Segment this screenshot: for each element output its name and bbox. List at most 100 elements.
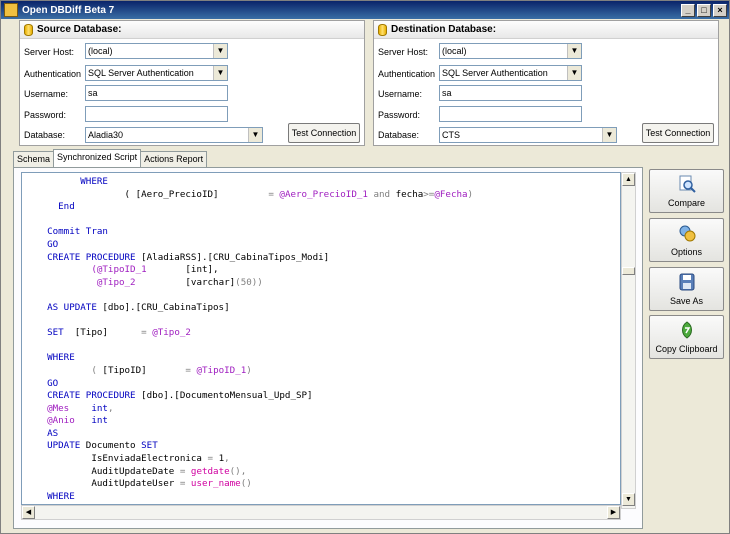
code-line: Commit Tran	[36, 226, 620, 239]
code-token: (	[91, 364, 103, 376]
destination-panel: Destination Database: Server Host: (loca…	[373, 20, 719, 146]
code-token: =	[207, 453, 219, 465]
code-line: WHERE	[36, 176, 620, 189]
tab-synchronized-script[interactable]: Synchronized Script	[53, 149, 142, 167]
code-line: WHERE	[36, 491, 620, 504]
code-token: fecha	[395, 188, 424, 200]
code-token: user_name	[190, 478, 241, 490]
destination-test-connection-button[interactable]: Test Connection	[642, 123, 714, 143]
source-heading: Source Database:	[37, 24, 122, 35]
copy-clipboard-button[interactable]: Copy Clipboard	[649, 315, 724, 359]
code-token: End	[36, 201, 75, 213]
close-button[interactable]: ×	[713, 3, 727, 17]
destination-username-input[interactable]: sa	[439, 85, 582, 101]
source-database-select[interactable]: Aladia30 ▼	[85, 127, 263, 143]
code-line: GO	[36, 378, 620, 391]
horizontal-scrollbar[interactable]: ◀ ▶	[21, 505, 621, 520]
source-password-input[interactable]	[85, 106, 228, 122]
scroll-left-icon[interactable]: ◀	[22, 506, 35, 519]
code-line: WHERE	[36, 352, 620, 365]
code-line	[36, 315, 620, 328]
vertical-scrollbar[interactable]: ▲ ▼	[621, 172, 636, 509]
code-token: AuditUpdateUser	[36, 478, 180, 490]
script-editor[interactable]: WHERE ( [Aero_PrecioID] = @Aero_PrecioID…	[21, 172, 621, 505]
source-auth-select[interactable]: SQL Server Authentication ▼	[85, 65, 228, 81]
source-username-input[interactable]: sa	[85, 85, 228, 101]
destination-heading: Destination Database:	[391, 24, 497, 35]
username-label: Username:	[24, 89, 69, 99]
code-token: WHERE	[36, 352, 75, 364]
save-as-label: Save As	[669, 296, 704, 306]
code-token: CREATE PROCEDURE	[36, 390, 142, 402]
script-text: WHERE ( [Aero_PrecioID] = @Aero_PrecioID…	[22, 173, 620, 503]
destination-password-input[interactable]	[439, 106, 582, 122]
clipboard-icon	[681, 321, 692, 339]
destination-database-value: CTS	[442, 130, 460, 140]
code-line: SET [Tipo] = @Tipo_2	[36, 327, 620, 340]
chevron-down-icon[interactable]: ▼	[567, 44, 581, 58]
code-token: IsEnviadaElectronica	[36, 453, 208, 465]
code-token: >=	[423, 188, 435, 200]
destination-auth-select[interactable]: SQL Server Authentication ▼	[439, 65, 582, 81]
code-line: End	[36, 201, 620, 214]
code-token: =	[185, 364, 197, 376]
options-button[interactable]: Options	[649, 218, 724, 262]
code-line: @Tipo_2 [varchar](50))	[36, 277, 620, 290]
source-test-connection-button[interactable]: Test Connection	[288, 123, 360, 143]
window-title: Open DBDiff Beta 7	[22, 4, 115, 16]
scroll-thumb[interactable]	[622, 267, 635, 275]
code-line	[36, 214, 620, 227]
source-server-host-select[interactable]: (local) ▼	[85, 43, 228, 59]
code-token: @Tipo_2	[96, 276, 136, 288]
compare-button[interactable]: Compare	[649, 169, 724, 213]
password-label: Password:	[24, 110, 67, 120]
server-host-label: Server Host:	[378, 47, 429, 57]
code-token: [TipoID]	[102, 364, 186, 376]
maximize-button[interactable]: □	[697, 3, 711, 17]
code-token: @Aero_PrecioID_1	[279, 188, 368, 200]
code-token: ,	[224, 453, 230, 465]
code-line: (@TipoID_1 [int],	[36, 264, 620, 277]
code-token: @Fecha	[434, 188, 468, 200]
code-token: UPDATE	[36, 440, 86, 452]
code-token: AS UPDATE	[36, 301, 103, 313]
database-icon	[24, 23, 33, 36]
code-token: WHERE	[36, 490, 75, 502]
code-line: AS UPDATE [dbo].[CRU_CabinaTipos]	[36, 302, 620, 315]
code-token: getdate	[190, 465, 230, 477]
chevron-down-icon[interactable]: ▼	[602, 128, 616, 142]
code-token: (@TipoID_1	[91, 264, 147, 276]
code-token: AuditUpdateDate	[36, 465, 180, 477]
code-token: int	[69, 402, 108, 414]
code-token: [dbo].[CRU_CabinaTipos]	[102, 301, 230, 313]
code-line: ( [TipoID] = @TipoID_1)	[36, 365, 620, 378]
server-host-label: Server Host:	[24, 47, 75, 57]
chevron-down-icon[interactable]: ▼	[248, 128, 262, 142]
scroll-right-icon[interactable]: ▶	[607, 506, 620, 519]
code-token: ( [Aero_PrecioID]	[36, 188, 269, 200]
tab-schema[interactable]: Schema	[13, 151, 55, 167]
chevron-down-icon[interactable]: ▼	[213, 44, 227, 58]
code-line: @Mes int,	[36, 403, 620, 416]
chevron-down-icon[interactable]: ▼	[213, 66, 227, 80]
code-token: @Mes	[36, 402, 70, 414]
code-token: Commit Tran	[36, 226, 108, 238]
tab-actions-report[interactable]: Actions Report	[140, 151, 208, 167]
main-window: Open DBDiff Beta 7 _ □ × Source Database…	[0, 0, 730, 534]
destination-server-host-select[interactable]: (local) ▼	[439, 43, 582, 59]
minimize-button[interactable]: _	[681, 3, 695, 17]
source-panel: Source Database: Server Host: (local) ▼ A…	[19, 20, 365, 146]
save-as-button[interactable]: Save As	[649, 267, 724, 311]
options-label: Options	[670, 247, 703, 257]
code-token: [varchar]	[135, 276, 236, 288]
scroll-up-icon[interactable]: ▲	[622, 173, 635, 186]
code-token: and	[367, 188, 396, 200]
chevron-down-icon[interactable]: ▼	[567, 66, 581, 80]
code-line: AuditUpdateDate = getdate(),	[36, 466, 620, 479]
code-token: )	[246, 364, 252, 376]
scroll-down-icon[interactable]: ▼	[622, 493, 635, 506]
code-token: ()	[240, 478, 252, 490]
destination-database-select[interactable]: CTS ▼	[439, 127, 617, 143]
